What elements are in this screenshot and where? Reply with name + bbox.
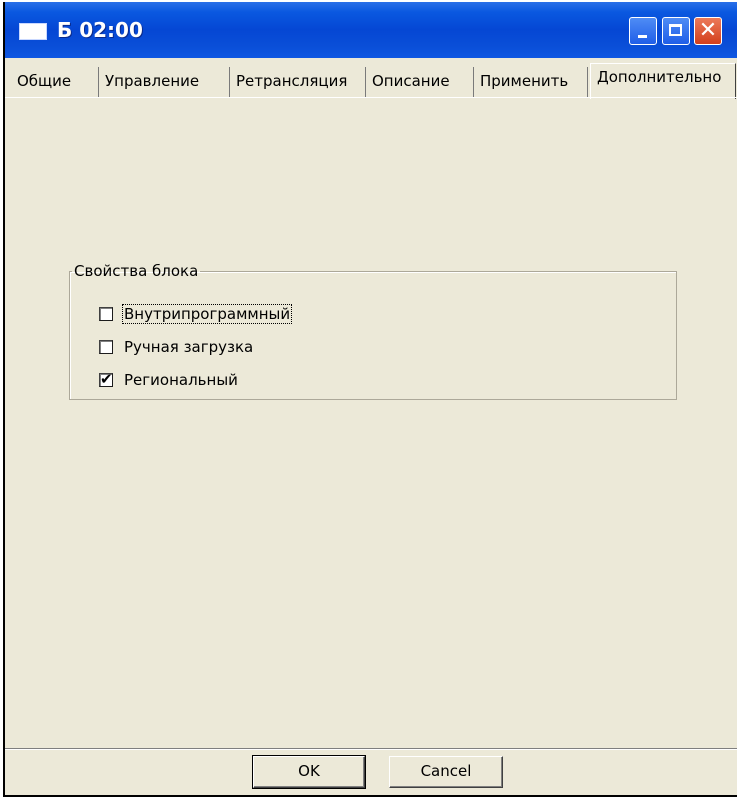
tab-divider xyxy=(5,97,737,98)
tab-strip: Общие Управление Ретрансляция Описание П… xyxy=(11,63,737,99)
checkbox-box[interactable] xyxy=(99,307,113,321)
tab-label: Описание xyxy=(372,72,450,90)
tab-label: Дополнительно xyxy=(597,68,722,86)
maximize-button[interactable] xyxy=(662,17,690,45)
checkbox-label[interactable]: Внутрипрограммный xyxy=(121,304,293,324)
group-title: Свойства блока xyxy=(74,262,199,280)
close-icon: ✕ xyxy=(698,18,718,43)
tab-apply[interactable]: Применить xyxy=(474,67,588,97)
checkbox-label[interactable]: Региональный xyxy=(123,371,239,389)
check-icon: ✔ xyxy=(100,370,113,388)
tab-control[interactable]: Управление xyxy=(99,67,230,97)
tab-label: Применить xyxy=(480,72,569,90)
window-icon[interactable] xyxy=(19,23,47,40)
cancel-button[interactable]: Cancel xyxy=(389,756,503,788)
checkbox-intraprogram[interactable]: Внутрипрограммный xyxy=(99,304,293,324)
ok-button[interactable]: OK xyxy=(252,755,366,789)
minimize-button[interactable] xyxy=(629,17,657,45)
title-bar[interactable]: Б 02:00 ✕ xyxy=(5,2,737,58)
dialog-window: Б 02:00 ✕ Общие Управление Ретрансляция … xyxy=(3,2,737,797)
tab-label: Общие xyxy=(17,72,72,90)
checkbox-regional[interactable]: ✔ Региональный xyxy=(99,370,239,390)
checkbox-label[interactable]: Ручная загрузка xyxy=(123,338,254,356)
tab-general[interactable]: Общие xyxy=(11,67,99,97)
tab-label: Ретрансляция xyxy=(236,72,348,90)
tab-description[interactable]: Описание xyxy=(366,67,474,97)
checkbox-box[interactable] xyxy=(99,340,113,354)
window-title: Б 02:00 xyxy=(57,18,143,42)
checkbox-box[interactable]: ✔ xyxy=(99,370,113,388)
close-button[interactable]: ✕ xyxy=(694,17,722,45)
tab-additional[interactable]: Дополнительно xyxy=(590,63,736,99)
tab-label: Управление xyxy=(105,72,200,90)
tab-relay[interactable]: Ретрансляция xyxy=(230,67,366,97)
checkbox-manual-load[interactable]: Ручная загрузка xyxy=(99,337,254,357)
footer-divider-highlight xyxy=(5,749,737,750)
